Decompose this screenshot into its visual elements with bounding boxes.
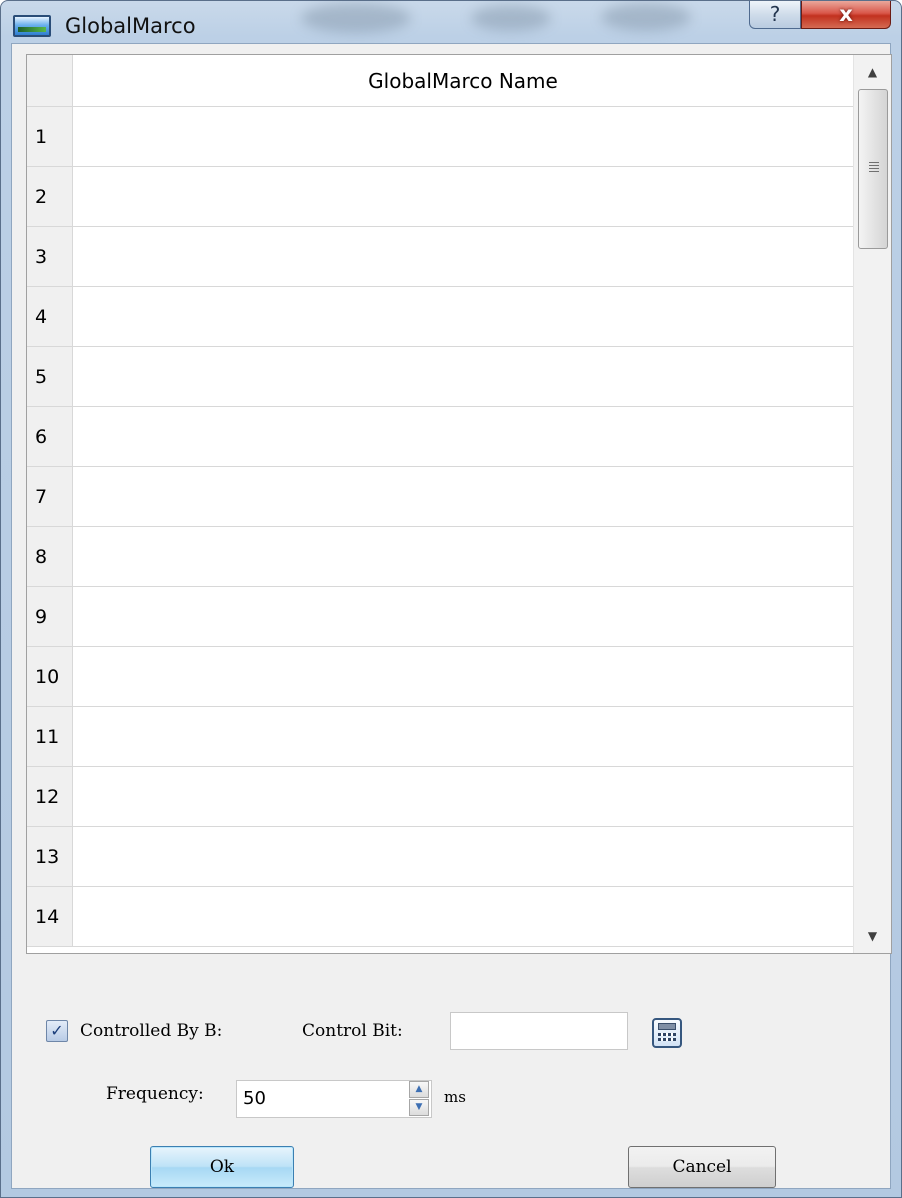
frequency-unit-label: ms: [444, 1088, 466, 1106]
ok-button[interactable]: Ok: [150, 1146, 294, 1188]
cancel-button[interactable]: Cancel: [628, 1146, 776, 1188]
table-row[interactable]: 14: [27, 887, 853, 947]
row-number-header[interactable]: 12: [27, 767, 73, 827]
controlled-by-b-checkbox[interactable]: ✓: [46, 1020, 68, 1042]
globalmarco-name-cell[interactable]: [73, 827, 853, 887]
control-bit-input[interactable]: [450, 1012, 628, 1050]
dialog-client-area: GlobalMarco Name 1 2 3 4 5 6 7 8 9 10 11 12 13 14 ▲ ▼…: [11, 43, 892, 1189]
row-number-header[interactable]: 1: [27, 107, 73, 167]
row-number-header[interactable]: 13: [27, 827, 73, 887]
row-number-header[interactable]: 7: [27, 467, 73, 527]
row-number-header[interactable]: 2: [27, 167, 73, 227]
table-row[interactable]: 9: [27, 587, 853, 647]
macro-table[interactable]: GlobalMarco Name 1 2 3 4 5 6 7 8 9 10 11 12 13 14 ▲ ▼: [26, 54, 892, 954]
table-row[interactable]: 1: [27, 107, 853, 167]
table-row[interactable]: 11: [27, 707, 853, 767]
controlled-by-b-label[interactable]: Controlled By B:: [80, 1021, 222, 1041]
close-button[interactable]: x: [801, 1, 891, 29]
table-row[interactable]: 6: [27, 407, 853, 467]
table-row[interactable]: 3: [27, 227, 853, 287]
frequency-value[interactable]: 50: [243, 1088, 266, 1109]
help-icon: ?: [769, 2, 781, 26]
table-row[interactable]: 12: [27, 767, 853, 827]
thumb-grip-icon: [869, 162, 879, 172]
frequency-label: Frequency:: [106, 1084, 204, 1104]
globalmarco-name-cell[interactable]: [73, 467, 853, 527]
spin-down-arrow-icon[interactable]: ▼: [409, 1099, 429, 1116]
globalmarco-name-cell[interactable]: [73, 587, 853, 647]
close-icon: x: [839, 2, 853, 26]
table-row[interactable]: 13: [27, 827, 853, 887]
scroll-thumb[interactable]: [858, 89, 888, 249]
window-app-icon: [13, 15, 51, 37]
dialog-window: GlobalMarco ? x GlobalMarco Name 1234567…: [0, 0, 902, 1198]
table-row[interactable]: 8: [27, 527, 853, 587]
column-header-globalmarco-name[interactable]: GlobalMarco Name: [73, 55, 853, 107]
table-row[interactable]: 10: [27, 647, 853, 707]
calculator-keys: [658, 1033, 676, 1043]
globalmarco-name-cell[interactable]: [73, 767, 853, 827]
table-row[interactable]: 2: [27, 167, 853, 227]
vertical-scrollbar[interactable]: ▲ ▼: [853, 55, 891, 953]
table-row[interactable]: 7: [27, 467, 853, 527]
globalmarco-name-cell[interactable]: [73, 107, 853, 167]
globalmarco-name-cell[interactable]: [73, 287, 853, 347]
scroll-down-arrow-icon[interactable]: ▼: [854, 919, 891, 953]
control-bit-label: Control Bit:: [302, 1021, 403, 1041]
row-number-header[interactable]: 3: [27, 227, 73, 287]
row-number-header[interactable]: 8: [27, 527, 73, 587]
globalmarco-name-cell[interactable]: [73, 227, 853, 287]
row-number-header[interactable]: 5: [27, 347, 73, 407]
row-number-header[interactable]: 6: [27, 407, 73, 467]
row-number-header[interactable]: 9: [27, 587, 73, 647]
table-corner-header[interactable]: [27, 55, 73, 107]
window-title: GlobalMarco: [65, 14, 196, 38]
calculator-screen: [658, 1023, 676, 1030]
globalmarco-name-cell[interactable]: [73, 347, 853, 407]
globalmarco-name-cell[interactable]: [73, 407, 853, 467]
globalmarco-name-cell[interactable]: [73, 527, 853, 587]
row-number-header[interactable]: 4: [27, 287, 73, 347]
globalmarco-name-cell[interactable]: [73, 167, 853, 227]
table-row[interactable]: 4: [27, 287, 853, 347]
calculator-icon[interactable]: [652, 1018, 682, 1048]
spin-up-arrow-icon[interactable]: ▲: [409, 1081, 429, 1098]
help-button[interactable]: ?: [749, 1, 801, 29]
row-number-header[interactable]: 14: [27, 887, 73, 947]
globalmarco-name-cell[interactable]: [73, 647, 853, 707]
table-rows: 1 2 3 4 5 6 7 8 9 10 11 12 13 14: [27, 107, 853, 953]
scroll-up-arrow-icon[interactable]: ▲: [854, 55, 891, 89]
title-bar[interactable]: GlobalMarco ? x: [1, 1, 901, 43]
globalmarco-name-cell[interactable]: [73, 707, 853, 767]
row-number-header[interactable]: 11: [27, 707, 73, 767]
row-number-header[interactable]: 10: [27, 647, 73, 707]
table-row[interactable]: 5: [27, 347, 853, 407]
globalmarco-name-cell[interactable]: [73, 887, 853, 947]
frequency-spinbox[interactable]: 50 ▲ ▼: [236, 1080, 432, 1118]
checkmark-icon: ✓: [50, 1021, 64, 1040]
